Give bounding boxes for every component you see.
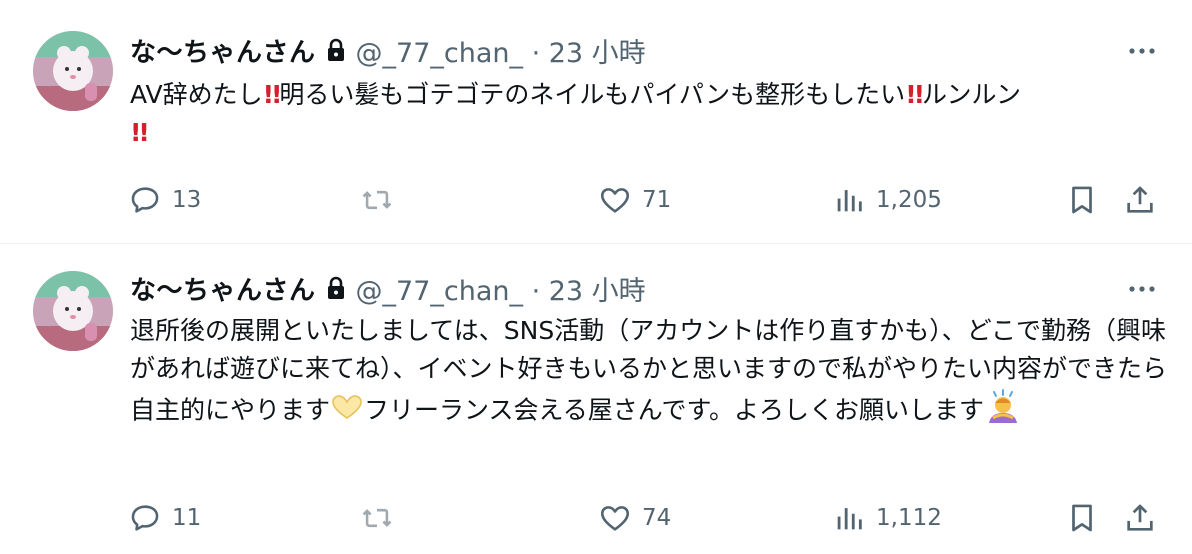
retweet-icon [362, 190, 392, 210]
tweet-header: な〜ちゃんさん @_77_chan_ · 23 小時 [130, 30, 646, 70]
tweet-text: AV辞めたし!!明るい髪もゴテゴテのネイルもパイパンも整形もしたい!!ルンルン … [130, 76, 1170, 152]
heart-icon [600, 506, 630, 531]
tweet-text: 退所後の展開といたしましては、SNS活動（アカウントは作り直すかも）、どこで勤務… [130, 312, 1170, 435]
tweet[interactable]: な〜ちゃんさん @_77_chan_ · 23 小時 AV辞めたし!!明るい髪も… [0, 0, 1192, 244]
like-button[interactable]: 74 [598, 498, 671, 538]
share-upload-icon [1127, 504, 1153, 531]
views-button[interactable]: 1,112 [832, 498, 942, 538]
more-options-button[interactable] [1122, 36, 1162, 66]
lock-icon [326, 276, 346, 300]
text-segment: ルンルン [922, 80, 1022, 109]
text-segment: AV辞めたし [130, 80, 263, 109]
avatar[interactable] [33, 31, 113, 111]
reply-button[interactable]: 13 [128, 180, 201, 220]
author-name[interactable]: な〜ちゃんさん [130, 270, 316, 307]
heart-hands-emoji [330, 393, 364, 431]
like-count: 71 [642, 187, 672, 213]
lock-icon [326, 38, 346, 62]
retweet-icon [362, 508, 392, 528]
share-button[interactable] [1123, 498, 1157, 538]
person-bowing-emoji [984, 388, 1022, 435]
like-button[interactable]: 71 [598, 180, 671, 220]
share-button[interactable] [1123, 180, 1157, 220]
share-upload-icon [1127, 186, 1153, 213]
heart-icon [600, 188, 630, 213]
bookmark-button[interactable] [1065, 498, 1099, 538]
author-name[interactable]: な〜ちゃんさん [130, 32, 316, 69]
retweet-button[interactable] [360, 498, 404, 538]
tweet-header: な〜ちゃんさん @_77_chan_ · 23 小時 [130, 268, 646, 308]
author-handle-and-time[interactable]: @_77_chan_ · 23 小時 [356, 31, 646, 70]
views-chart-icon [837, 190, 862, 212]
bookmark-button[interactable] [1065, 180, 1099, 220]
double-exclamation-emoji: !! [905, 80, 925, 109]
retweet-button[interactable] [360, 180, 404, 220]
reply-button[interactable]: 11 [128, 498, 201, 538]
more-dots-icon [1129, 48, 1155, 54]
more-options-button[interactable] [1122, 274, 1162, 304]
author-handle-and-time[interactable]: @_77_chan_ · 23 小時 [356, 269, 646, 308]
avatar[interactable] [33, 271, 113, 351]
tweet[interactable]: な〜ちゃんさん @_77_chan_ · 23 小時 退所後の展開といたしまして… [0, 244, 1192, 554]
reply-count: 13 [172, 187, 202, 213]
double-exclamation-emoji: !! [130, 118, 150, 147]
reply-bubble-icon [131, 505, 159, 531]
views-chart-icon [837, 508, 862, 530]
text-segment: 明るい髪もゴテゴテのネイルもパイパンも整形もしたい [279, 80, 906, 109]
views-button[interactable]: 1,205 [832, 180, 942, 220]
view-count: 1,205 [876, 187, 942, 213]
double-exclamation-emoji: !! [262, 80, 283, 109]
tweet-actions: 13 71 1,205 [128, 180, 1168, 220]
more-dots-icon [1129, 286, 1155, 292]
bookmark-icon [1072, 504, 1092, 532]
tweet-actions: 11 74 1,112 [128, 498, 1168, 538]
bookmark-icon [1072, 186, 1092, 214]
reply-bubble-icon [131, 187, 159, 213]
like-count: 74 [642, 505, 672, 531]
view-count: 1,112 [876, 505, 942, 531]
reply-count: 11 [172, 505, 202, 531]
text-segment: フリーランス会える屋さんです。よろしくお願いします [364, 395, 985, 425]
